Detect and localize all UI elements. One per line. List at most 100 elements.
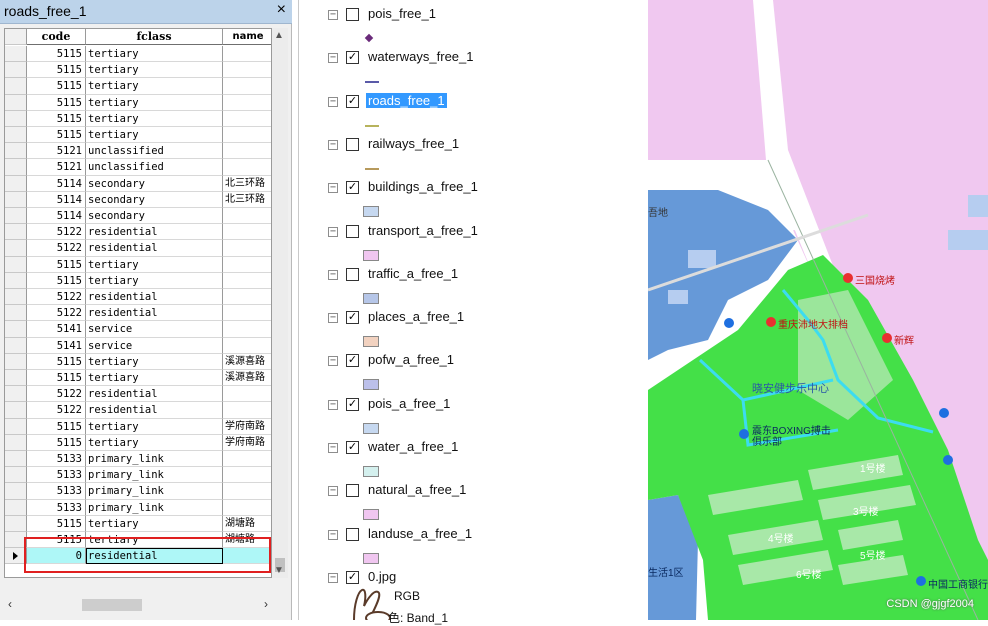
cell-name[interactable]: 湖塘路	[223, 532, 271, 549]
cell-code[interactable]: 5122	[27, 224, 86, 241]
cell-fclass[interactable]: primary_link	[86, 499, 223, 516]
row-selector[interactable]	[5, 370, 27, 387]
cell-fclass[interactable]: residential	[86, 305, 223, 322]
cell-fclass[interactable]: unclassified	[86, 143, 223, 160]
cell-fclass[interactable]: secondary	[86, 175, 223, 192]
chevron-down-icon[interactable]: ▼	[274, 565, 284, 576]
table-row[interactable]: 5115 tertiary	[5, 110, 271, 127]
layer-label[interactable]: pofw_a_free_1	[366, 352, 456, 367]
cell-code[interactable]: 5141	[27, 337, 86, 354]
row-selector[interactable]	[5, 451, 27, 468]
cell-name[interactable]: 学府南路	[223, 435, 271, 451]
layer-label[interactable]: buildings_a_free_1	[366, 179, 480, 194]
table-row[interactable]: 5115 tertiary	[5, 46, 271, 63]
cell-name[interactable]	[223, 321, 271, 338]
cell-code[interactable]: 5122	[27, 305, 86, 322]
cell-name[interactable]	[223, 386, 271, 403]
row-selector[interactable]	[5, 94, 27, 111]
row-selector[interactable]	[5, 127, 27, 144]
collapse-icon[interactable]: −	[328, 10, 338, 20]
row-selector[interactable]	[5, 240, 27, 257]
table-row[interactable]: 5141 service	[5, 321, 271, 338]
layer-visibility-checkbox[interactable]: ✓	[346, 181, 359, 195]
cell-code[interactable]: 5115	[27, 434, 86, 451]
table-row[interactable]: 5122 residential	[5, 402, 271, 419]
cell-name[interactable]	[223, 127, 271, 144]
collapse-icon[interactable]: −	[328, 572, 338, 583]
cell-code[interactable]: 5121	[27, 159, 86, 176]
collapse-icon[interactable]: −	[328, 96, 338, 107]
cell-fclass[interactable]: tertiary	[86, 127, 223, 144]
cell-code[interactable]: 5115	[27, 110, 86, 127]
table-row[interactable]: 5115 tertiary	[5, 78, 271, 95]
row-selector[interactable]	[5, 499, 27, 516]
table-row[interactable]: 5122 residential	[5, 289, 271, 306]
cell-name[interactable]	[223, 467, 271, 484]
layer-item[interactable]: − railways_free_1	[299, 135, 619, 178]
row-selector[interactable]	[5, 159, 27, 176]
cell-code[interactable]: 5114	[27, 175, 86, 192]
layer-item[interactable]: − ✓ pois_a_free_1	[299, 395, 619, 438]
close-icon[interactable]: ×	[277, 1, 286, 19]
row-selector[interactable]	[5, 418, 27, 435]
table-row[interactable]: 5115 tertiary 湖塘路	[5, 532, 271, 549]
cell-code[interactable]: 5133	[27, 451, 86, 468]
layer-item[interactable]: − ✓ pofw_a_free_1	[299, 351, 619, 394]
collapse-icon[interactable]: −	[328, 486, 338, 497]
cell-name[interactable]	[223, 305, 271, 322]
cell-fclass[interactable]: tertiary	[86, 515, 223, 532]
layer-visibility-checkbox[interactable]: ✓	[346, 397, 359, 411]
table-row[interactable]: 5115 tertiary 湖塘路	[5, 515, 271, 532]
row-selector[interactable]	[5, 46, 27, 63]
table-row[interactable]: 5133 primary_link	[5, 467, 271, 484]
row-selector[interactable]	[5, 353, 27, 370]
layer-label[interactable]: pois_free_1	[366, 6, 438, 21]
cell-fclass[interactable]: tertiary	[86, 110, 223, 127]
cell-code[interactable]: 5115	[27, 127, 86, 144]
map-canvas[interactable]	[648, 0, 988, 620]
cell-code[interactable]: 5133	[27, 483, 86, 500]
layer-visibility-checkbox[interactable]	[346, 8, 359, 21]
collapse-icon[interactable]: −	[328, 53, 338, 64]
cell-code[interactable]: 5115	[27, 62, 86, 79]
table-row[interactable]: 5122 residential	[5, 240, 271, 257]
table-row[interactable]: 5115 tertiary	[5, 272, 271, 289]
table-row[interactable]: 5115 tertiary	[5, 127, 271, 144]
cell-fclass[interactable]: secondary	[86, 191, 223, 208]
table-row[interactable]: 5121 unclassified	[5, 159, 271, 176]
column-header-name[interactable]: name	[223, 29, 271, 46]
cell-fclass[interactable]: residential	[86, 224, 223, 241]
cell-fclass[interactable]: secondary	[86, 208, 223, 225]
cell-fclass[interactable]: tertiary	[86, 94, 223, 111]
cell-fclass[interactable]: tertiary	[86, 370, 223, 387]
cell-code[interactable]: 5115	[27, 353, 86, 370]
cell-fclass[interactable]: residential	[86, 289, 223, 306]
cell-code[interactable]: 5115	[27, 272, 86, 289]
layer-label[interactable]: landuse_a_free_1	[366, 526, 474, 541]
cell-name[interactable]	[223, 451, 271, 468]
column-header-fclass[interactable]: fclass	[86, 29, 223, 46]
cell-code[interactable]: 5115	[27, 515, 86, 532]
row-selector[interactable]	[5, 548, 27, 565]
cell-fclass[interactable]: tertiary	[86, 78, 223, 95]
row-selector[interactable]	[5, 143, 27, 160]
cell-name[interactable]	[223, 159, 271, 176]
collapse-icon[interactable]: −	[328, 183, 338, 194]
collapse-icon[interactable]: −	[328, 356, 338, 367]
layer-visibility-checkbox[interactable]: ✓	[346, 94, 359, 108]
row-selector[interactable]	[5, 337, 27, 354]
horizontal-scroll-thumb[interactable]	[82, 599, 142, 611]
map-view[interactable]: 吾地 三国烧烤 重庆沛地大排档 新辉 晓安健步乐中心 震东BOXING搏击俱乐部…	[648, 0, 988, 620]
table-row[interactable]: 5115 tertiary 溪源喜路	[5, 370, 271, 387]
cell-name[interactable]	[223, 257, 271, 273]
cell-name[interactable]: 湖塘路	[223, 516, 271, 532]
cell-fclass[interactable]: residential	[86, 548, 223, 565]
row-selector[interactable]	[5, 305, 27, 322]
row-selector[interactable]	[5, 532, 27, 549]
row-selector[interactable]	[5, 78, 27, 95]
chevron-left-icon[interactable]: ‹	[8, 597, 12, 611]
row-selector[interactable]	[5, 175, 27, 192]
layer-label[interactable]: roads_free_1	[366, 92, 447, 108]
table-row[interactable]: 5115 tertiary	[5, 94, 271, 111]
cell-name[interactable]: 北三环路	[223, 192, 271, 208]
